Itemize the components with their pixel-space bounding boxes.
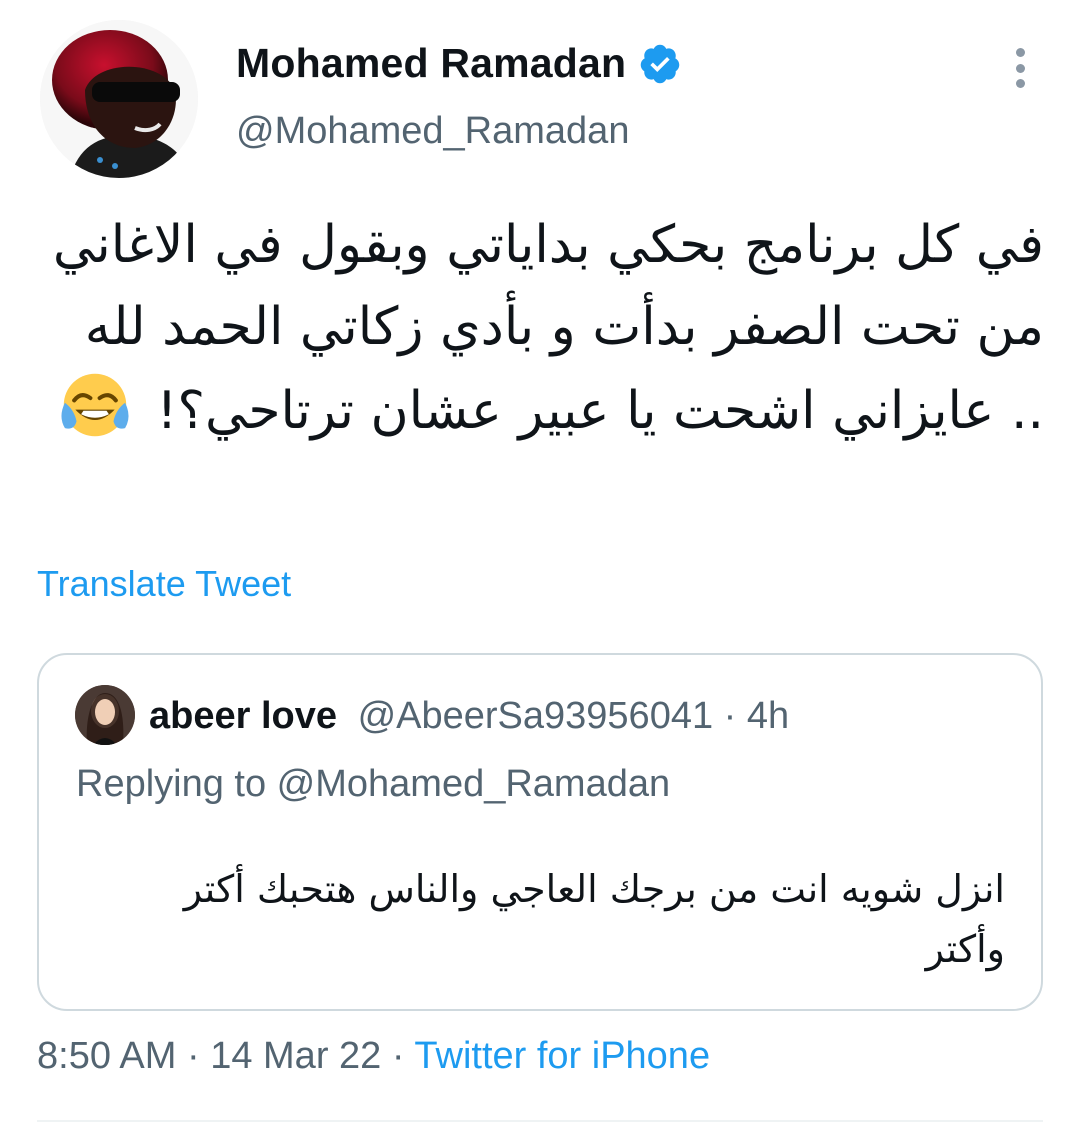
author-name-row: Mohamed Ramadan bbox=[236, 40, 682, 87]
quoted-header: abeer love @AbeerSa93956041 · 4h bbox=[149, 695, 789, 738]
replying-prefix: Replying to bbox=[76, 763, 277, 805]
quoted-separator: · bbox=[713, 695, 747, 737]
replying-handle[interactable]: @Mohamed_Ramadan bbox=[277, 763, 670, 805]
tweet-source-link[interactable]: Twitter for iPhone bbox=[414, 1035, 710, 1077]
divider bbox=[37, 1120, 1043, 1122]
quoted-author-name[interactable]: abeer love bbox=[149, 695, 337, 737]
tweet-body: في كل برنامج بحكي بداياتي وبقول في الاغا… bbox=[52, 215, 1044, 441]
author-name[interactable]: Mohamed Ramadan bbox=[236, 40, 626, 87]
tweet-text: في كل برنامج بحكي بداياتي وبقول في الاغا… bbox=[40, 204, 1044, 452]
author-handle[interactable]: @Mohamed_Ramadan bbox=[236, 110, 629, 153]
tweet-date[interactable]: 14 Mar 22 bbox=[210, 1035, 381, 1077]
avatar-photo-icon bbox=[40, 20, 198, 178]
more-dot bbox=[1015, 63, 1025, 73]
quoted-author-handle[interactable]: @AbeerSa93956041 bbox=[358, 695, 714, 737]
quoted-time[interactable]: 4h bbox=[747, 695, 789, 737]
author-avatar[interactable] bbox=[40, 20, 198, 178]
footer-sep: · bbox=[176, 1035, 211, 1077]
quoted-replying-to: Replying to @Mohamed_Ramadan bbox=[76, 763, 670, 806]
footer-sep: · bbox=[381, 1035, 415, 1077]
more-dot bbox=[1015, 79, 1025, 88]
translate-tweet-link[interactable]: Translate Tweet bbox=[37, 563, 291, 605]
quoted-author-avatar[interactable] bbox=[75, 685, 135, 745]
quoted-avatar-photo-icon bbox=[75, 685, 135, 745]
more-options-icon[interactable] bbox=[1004, 44, 1036, 92]
quoted-text: انزل شويه انت من برجك العاجي والناس هتحب… bbox=[183, 867, 1005, 971]
quoted-tweet[interactable]: abeer love @AbeerSa93956041 · 4h Replyin… bbox=[37, 653, 1043, 1011]
face-with-tears-of-joy-icon bbox=[58, 368, 132, 442]
tweet-time[interactable]: 8:50 AM bbox=[37, 1035, 176, 1077]
tweet-footer: 8:50 AM · 14 Mar 22 · Twitter for iPhone bbox=[37, 1035, 710, 1078]
verified-badge-icon bbox=[638, 42, 682, 86]
more-dot bbox=[1015, 48, 1025, 57]
